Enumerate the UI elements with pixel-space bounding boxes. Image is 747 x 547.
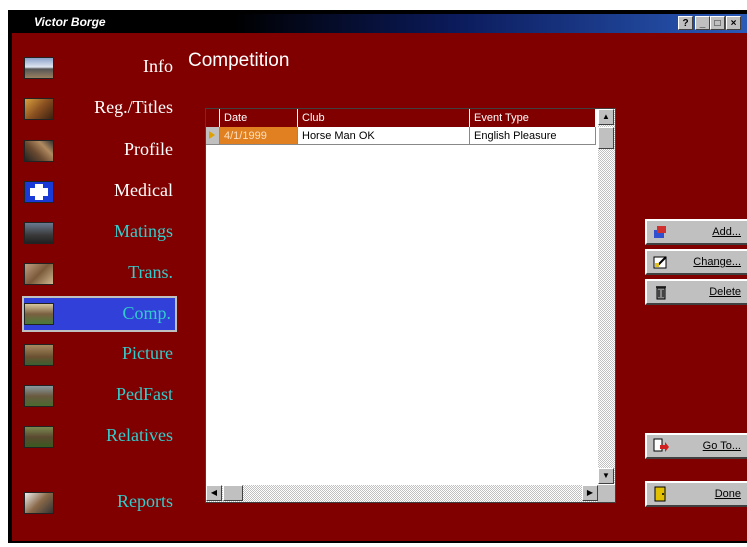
nav-label-profile: Profile: [124, 139, 173, 159]
horse-thumbnail-icon: [24, 98, 54, 120]
trans-thumbnail-icon: [24, 263, 54, 285]
medical-cross-icon: [24, 181, 54, 203]
door-icon: [653, 486, 669, 502]
scroll-down-arrow-icon[interactable]: ▼: [598, 468, 614, 484]
close-button[interactable]: ×: [726, 16, 741, 30]
goto-button[interactable]: Go To...: [645, 433, 747, 459]
matings-thumbnail-icon: [24, 222, 54, 244]
nav-item-medical[interactable]: Medical: [22, 174, 177, 210]
done-label: Done: [714, 488, 741, 500]
window-title: Victor Borge: [34, 15, 106, 29]
column-header-event-type[interactable]: Event Type: [470, 109, 596, 127]
nav-item-comp[interactable]: Comp.: [22, 296, 177, 332]
nav-item-reports[interactable]: Reports: [22, 485, 177, 521]
horizontal-scrollbar[interactable]: ◀ ▶: [206, 485, 598, 502]
reports-thumbnail-icon: [24, 492, 54, 514]
nav-item-picture[interactable]: Picture: [22, 337, 177, 373]
scroll-right-arrow-icon[interactable]: ▶: [582, 485, 598, 501]
cell-club[interactable]: Horse Man OK: [298, 127, 470, 145]
add-record-icon: [653, 224, 669, 240]
page-title: Competition: [188, 50, 290, 71]
help-button[interactable]: ?: [678, 16, 693, 30]
edit-record-icon: [653, 254, 669, 270]
column-header-club[interactable]: Club: [298, 109, 470, 127]
add-button[interactable]: Add...: [645, 219, 747, 245]
nav-label-relatives: Relatives: [106, 425, 173, 445]
table-row[interactable]: 4/1/1999 Horse Man OK English Pleasure: [206, 127, 596, 145]
change-label: Change...: [693, 256, 741, 268]
delete-label: Delete: [709, 286, 741, 298]
picture-thumbnail-icon: [24, 344, 54, 366]
nav-label-comp: Comp.: [122, 303, 171, 323]
delete-button[interactable]: Delete: [645, 279, 747, 305]
nav-label-info: Info: [143, 56, 173, 76]
nav-item-pedfast[interactable]: PedFast: [22, 378, 177, 414]
minimize-button[interactable]: _: [695, 16, 710, 30]
info-thumbnail-icon: [24, 57, 54, 79]
comp-thumbnail-icon: [24, 303, 54, 325]
title-bar[interactable]: Victor Borge ? _ □ ×: [12, 14, 747, 33]
done-button[interactable]: Done: [645, 481, 747, 507]
nav-item-relatives[interactable]: Relatives: [22, 419, 177, 455]
row-pointer-icon: [206, 127, 220, 145]
nav-item-trans[interactable]: Trans.: [22, 256, 177, 292]
horizontal-scroll-thumb[interactable]: [223, 485, 243, 501]
app-window: Victor Borge ? _ □ × Info Reg./Titles Pr…: [12, 14, 747, 541]
scroll-up-arrow-icon[interactable]: ▲: [598, 109, 614, 125]
cell-event-type[interactable]: English Pleasure: [470, 127, 596, 145]
row-header-corner: [206, 109, 220, 127]
nav-label-matings: Matings: [113, 221, 173, 241]
nav-item-info[interactable]: Info: [22, 50, 177, 86]
cell-date[interactable]: 4/1/1999: [220, 127, 298, 145]
change-button[interactable]: Change...: [645, 249, 747, 275]
nav-label-reg-titles: Reg./Titles: [94, 97, 173, 117]
scrollbar-corner: [598, 485, 615, 502]
nav-item-reg-titles[interactable]: Reg./Titles: [22, 91, 177, 127]
vertical-scroll-thumb[interactable]: [598, 127, 614, 149]
pedfast-thumbnail-icon: [24, 385, 54, 407]
add-label: Add...: [712, 226, 741, 238]
nav-label-picture: Picture: [122, 343, 173, 363]
maximize-button[interactable]: □: [710, 16, 725, 30]
goto-arrow-icon: [653, 438, 669, 454]
nav-label-trans: Trans.: [128, 262, 173, 282]
vertical-scrollbar[interactable]: ▲ ▼: [598, 109, 615, 484]
column-header-date[interactable]: Date: [220, 109, 298, 127]
nav-label-pedfast: PedFast: [115, 384, 173, 404]
profile-thumbnail-icon: [24, 140, 54, 162]
relatives-thumbnail-icon: [24, 426, 54, 448]
scroll-left-arrow-icon[interactable]: ◀: [206, 485, 222, 501]
nav-item-profile[interactable]: Profile: [22, 133, 177, 169]
trash-icon: [653, 284, 669, 300]
goto-label: Go To...: [702, 440, 741, 452]
nav-item-matings[interactable]: Matings: [22, 215, 177, 251]
nav-label-reports: Reports: [117, 491, 173, 511]
nav-label-medical: Medical: [114, 180, 173, 200]
competition-grid[interactable]: Date Club Event Type 4/1/1999 Horse Man …: [205, 108, 616, 503]
